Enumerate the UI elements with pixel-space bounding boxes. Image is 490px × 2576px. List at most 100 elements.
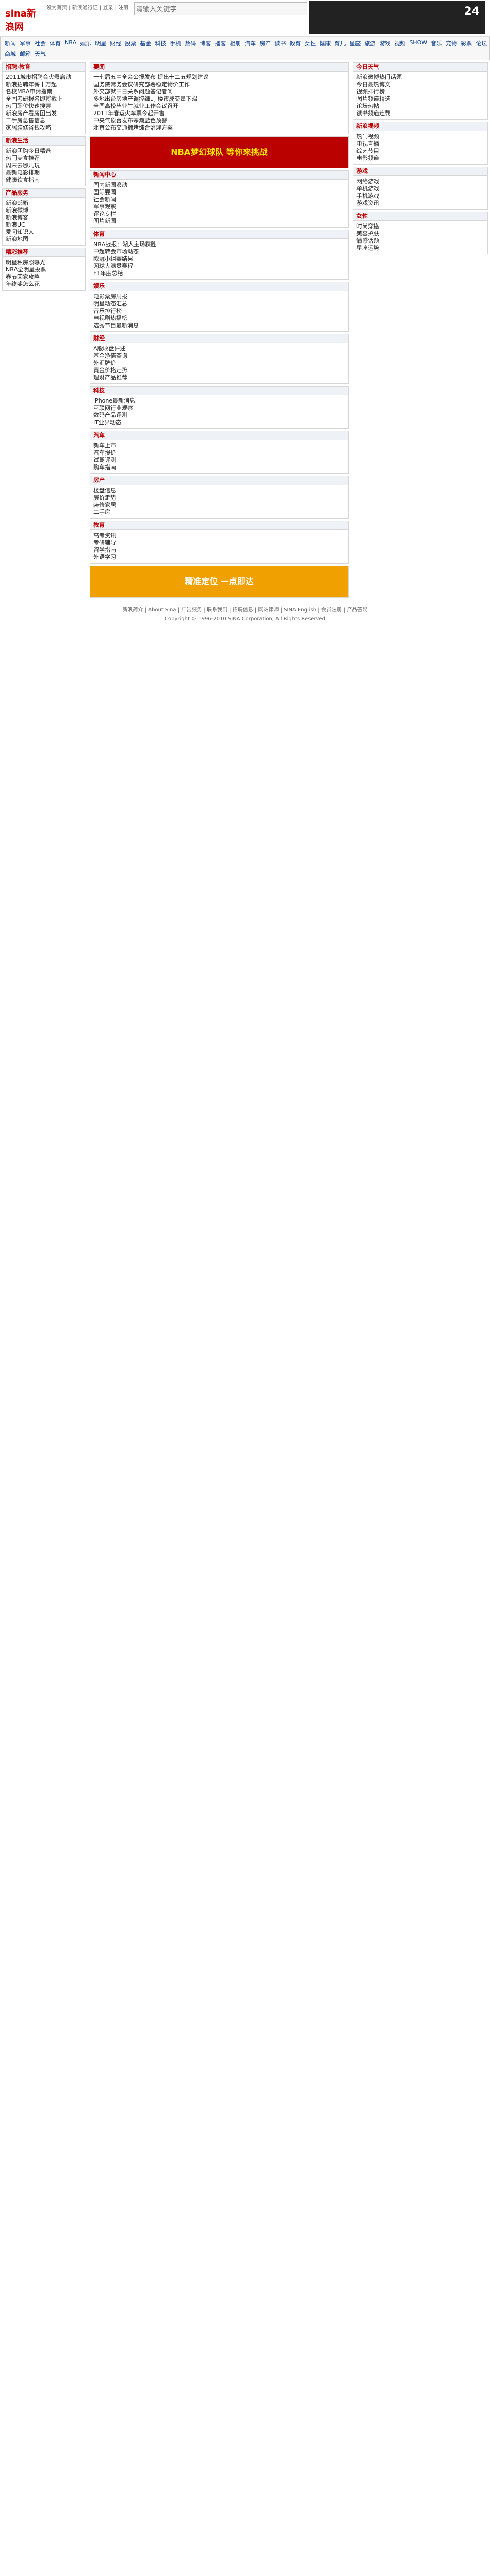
section-link[interactable]: 新浪团购今日精选 <box>6 148 82 155</box>
headline-link[interactable]: 名校MBA申请指南 <box>6 88 82 95</box>
section-link[interactable]: 周末去哪儿玩 <box>6 162 82 169</box>
section-link[interactable]: 新浪邮箱 <box>6 200 82 207</box>
section-link[interactable]: 选秀节目最新消息 <box>93 322 345 329</box>
section-link[interactable]: 黄金价格走势 <box>93 367 345 374</box>
nav-link[interactable]: 游戏 <box>379 39 390 47</box>
section-link[interactable]: 热门美食推荐 <box>6 155 82 162</box>
section-link[interactable]: 汽车报价 <box>93 449 345 457</box>
section-link[interactable]: 明星私房照曝光 <box>6 259 82 266</box>
section-link[interactable]: NBA战报：湖人主场获胜 <box>93 241 345 248</box>
footer-link[interactable]: 会员注册 <box>321 607 342 613</box>
section-link[interactable]: 明星动态汇总 <box>93 300 345 308</box>
top-link[interactable]: 注册 <box>118 5 128 11</box>
section-link[interactable]: 爱问知识人 <box>6 229 82 236</box>
footer-link[interactable]: About Sina <box>148 607 176 613</box>
section-link[interactable]: 电影频道 <box>356 155 484 162</box>
nav-link[interactable]: 股票 <box>125 39 136 47</box>
nav-link[interactable]: 财经 <box>110 39 121 47</box>
nav-link[interactable]: 天气 <box>35 50 46 58</box>
top-link[interactable]: 登录 <box>103 5 113 11</box>
nav-link[interactable]: SHOW <box>409 39 427 47</box>
nav-link[interactable]: 音乐 <box>431 39 442 47</box>
promo-banner-top[interactable]: 24 <box>309 1 485 34</box>
headline-link[interactable]: 家居装修省钱攻略 <box>6 124 82 132</box>
section-link[interactable]: 欧冠小组赛结果 <box>93 255 345 263</box>
section-link[interactable]: 房价走势 <box>93 494 345 502</box>
headline-link[interactable]: 热门职位快速搜索 <box>6 103 82 110</box>
section-link[interactable]: 网球大满贯赛程 <box>93 263 345 270</box>
news-link[interactable]: 十七届五中全会公报发布 提出十二五规划建议 <box>93 74 345 81</box>
section-link[interactable]: F1年度总结 <box>93 270 345 277</box>
section-link[interactable]: 时尚穿搭 <box>356 223 484 230</box>
nav-link[interactable]: 健康 <box>319 39 331 47</box>
top-link[interactable]: 设为首页 <box>46 5 67 11</box>
section-link[interactable]: 军事观察 <box>93 203 345 211</box>
news-link[interactable]: 北京公布交通拥堵综合治理方案 <box>93 124 345 132</box>
section-link[interactable]: 图片新闻 <box>93 218 345 225</box>
footer-link[interactable]: 网站律师 <box>258 607 279 613</box>
news-link[interactable]: 外交部就中日关系问题答记者问 <box>93 88 345 95</box>
section-link[interactable]: 年终奖怎么花 <box>6 281 82 288</box>
section-link[interactable]: 装修家居 <box>93 502 345 509</box>
section-link[interactable]: 游戏资讯 <box>356 200 484 207</box>
section-link[interactable]: 美容护肤 <box>356 230 484 237</box>
section-link[interactable]: 理财产品推荐 <box>93 374 345 381</box>
nav-link[interactable]: 教育 <box>289 39 301 47</box>
nav-link[interactable]: 新闻 <box>5 39 16 47</box>
section-link[interactable]: NBA全明星投票 <box>6 266 82 273</box>
section-link[interactable]: 购车指南 <box>93 464 345 471</box>
nav-link[interactable]: 播客 <box>215 39 226 47</box>
hot-link[interactable]: 今日最热博文 <box>356 81 484 88</box>
section-link[interactable]: A股收盘评述 <box>93 345 345 352</box>
section-link[interactable]: 单机游戏 <box>356 185 484 192</box>
nav-link[interactable]: 论坛 <box>476 39 487 47</box>
section-link[interactable]: 综艺节目 <box>356 148 484 155</box>
section-link[interactable]: 音乐排行榜 <box>93 308 345 315</box>
nav-link[interactable]: NBA <box>64 39 76 47</box>
nav-link[interactable]: 数码 <box>185 39 196 47</box>
section-link[interactable]: 外汇牌价 <box>93 360 345 367</box>
nav-link[interactable]: 星座 <box>349 39 361 47</box>
section-link[interactable]: 情感话题 <box>356 237 484 245</box>
section-link[interactable]: 电视剧热播榜 <box>93 315 345 322</box>
section-link[interactable]: 新浪博客 <box>6 214 82 221</box>
section-link[interactable]: 热门视频 <box>356 133 484 140</box>
section-link[interactable]: IT业界动态 <box>93 419 345 426</box>
nav-link[interactable]: 科技 <box>155 39 166 47</box>
section-link[interactable]: 新浪地图 <box>6 236 82 243</box>
nav-link[interactable]: 相册 <box>230 39 241 47</box>
section-link[interactable]: 健康饮食指南 <box>6 176 82 184</box>
section-link[interactable]: 高考资讯 <box>93 532 345 539</box>
section-link[interactable]: 外语学习 <box>93 554 345 561</box>
sina-logo[interactable]: sina新浪网 <box>5 6 40 33</box>
nav-link[interactable]: 博客 <box>200 39 211 47</box>
nav-link[interactable]: 读书 <box>274 39 286 47</box>
section-link[interactable]: 网络游戏 <box>356 178 484 185</box>
section-link[interactable]: 最新电影排期 <box>6 169 82 176</box>
promo-banner-search[interactable]: 精准定位 一点即达 <box>90 566 349 598</box>
section-link[interactable]: 新浪UC <box>6 221 82 229</box>
nav-link[interactable]: 军事 <box>20 39 31 47</box>
nav-link[interactable]: 旅游 <box>364 39 375 47</box>
top-link[interactable]: 新浪通行证 <box>72 5 98 11</box>
nav-link[interactable]: 房产 <box>259 39 271 47</box>
news-link[interactable]: 多地出台房地产调控细则 楼市成交量下滑 <box>93 95 345 103</box>
section-link[interactable]: 评论专栏 <box>93 211 345 218</box>
promo-banner-nba[interactable]: NBA梦幻球队 等你来挑战 <box>90 136 349 168</box>
headline-link[interactable]: 新浪房产看房团出发 <box>6 110 82 117</box>
section-link[interactable]: 国内新闻滚动 <box>93 182 345 189</box>
section-link[interactable]: 电影票房周报 <box>93 293 345 300</box>
section-link[interactable]: 基金净值查询 <box>93 352 345 360</box>
hot-link[interactable]: 图片频道精选 <box>356 95 484 103</box>
section-link[interactable]: 新车上市 <box>93 442 345 449</box>
nav-link[interactable]: 手机 <box>170 39 181 47</box>
footer-link[interactable]: 新浪简介 <box>122 607 143 613</box>
section-link[interactable]: 电视直播 <box>356 140 484 148</box>
news-link[interactable]: 中央气象台发布寒潮蓝色预警 <box>93 117 345 124</box>
headline-link[interactable]: 新浪招聘年薪十万起 <box>6 81 82 88</box>
section-link[interactable]: 考研辅导 <box>93 539 345 546</box>
footer-link[interactable]: 广告服务 <box>181 607 202 613</box>
section-link[interactable]: 国际要闻 <box>93 189 345 196</box>
footer-link[interactable]: 产品答疑 <box>347 607 368 613</box>
section-link[interactable]: 二手房 <box>93 509 345 516</box>
